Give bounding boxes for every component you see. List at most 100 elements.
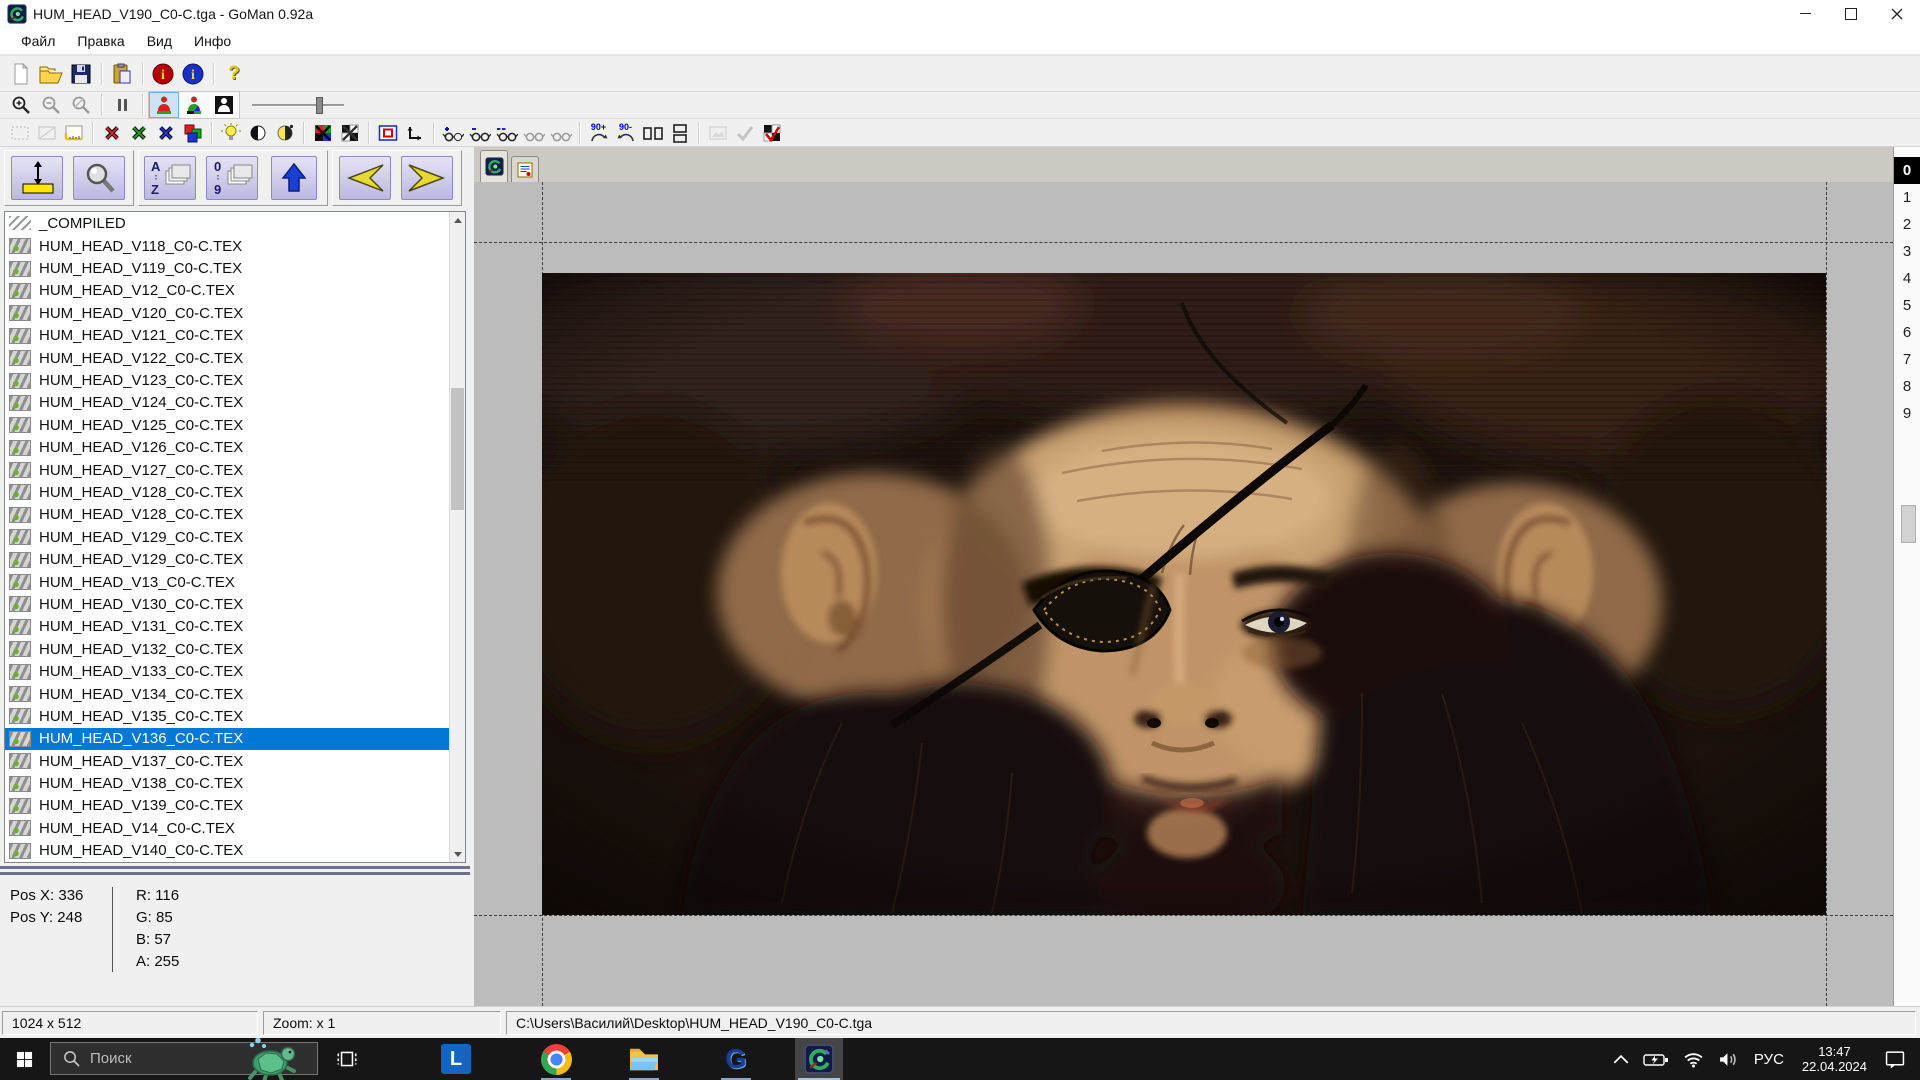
- mip-level-5[interactable]: 5: [1894, 292, 1920, 319]
- view-rgb-button[interactable]: [149, 92, 179, 118]
- action-center-icon[interactable]: [1884, 1050, 1906, 1069]
- texture-image[interactable]: [542, 273, 1826, 915]
- help-button[interactable]: ?: [219, 61, 249, 87]
- scroll-down-arrow[interactable]: [450, 846, 465, 862]
- mip-scroll-thumb[interactable]: [1901, 505, 1916, 543]
- list-item[interactable]: HUM_HEAD_V137_C0-C.TEX: [5, 750, 449, 772]
- zoom-off-button[interactable]: [66, 92, 96, 118]
- battery-icon[interactable]: [1643, 1052, 1669, 1067]
- explorer-button[interactable]: [620, 1038, 668, 1080]
- list-item[interactable]: HUM_HEAD_V131_C0-C.TEX: [5, 616, 449, 638]
- rotate-cw-button[interactable]: 90+: [585, 121, 612, 145]
- mip-level-0[interactable]: 0: [1894, 157, 1920, 184]
- open-file-button[interactable]: [36, 61, 66, 87]
- list-item[interactable]: HUM_HEAD_V138_C0-C.TEX: [5, 772, 449, 794]
- save-file-button[interactable]: [66, 61, 96, 87]
- mip-view2-button[interactable]: [547, 121, 574, 145]
- list-item[interactable]: HUM_HEAD_V135_C0-C.TEX: [5, 705, 449, 727]
- maximize-button[interactable]: [1828, 0, 1874, 27]
- tab-texture[interactable]: [480, 150, 508, 182]
- pause-button[interactable]: [107, 92, 137, 118]
- next-texture-button[interactable]: [401, 156, 453, 200]
- prev-texture-button[interactable]: [339, 156, 391, 200]
- scroll-up-arrow[interactable]: [450, 212, 465, 228]
- paste-button[interactable]: [107, 61, 137, 87]
- alpha-bw-checker-button[interactable]: [336, 121, 363, 145]
- list-item[interactable]: HUM_HEAD_V121_C0-C.TEX: [5, 325, 449, 347]
- task-view-button[interactable]: [330, 1044, 364, 1074]
- brightness-button[interactable]: [217, 121, 244, 145]
- canvas[interactable]: [474, 182, 1893, 1006]
- turtle-icon[interactable]: [238, 1036, 300, 1080]
- list-item[interactable]: HUM_HEAD_V125_C0-C.TEX: [5, 414, 449, 436]
- menu-view[interactable]: Вид: [136, 27, 183, 54]
- select-marquee-button[interactable]: [6, 121, 33, 145]
- list-item[interactable]: HUM_HEAD_V118_C0-C.TEX: [5, 235, 449, 257]
- list-item[interactable]: HUM_HEAD_V128_C0-C.TEX: [5, 481, 449, 503]
- mip-level-8[interactable]: 8: [1894, 373, 1920, 400]
- list-item[interactable]: HUM_HEAD_V127_C0-C.TEX: [5, 459, 449, 481]
- axes-button[interactable]: [401, 121, 428, 145]
- zoom-out-button[interactable]: [36, 92, 66, 118]
- list-item[interactable]: HUM_HEAD_V123_C0-C.TEX: [5, 369, 449, 391]
- mip-level-9[interactable]: 9: [1894, 400, 1920, 427]
- language-indicator[interactable]: РУС: [1754, 1051, 1784, 1068]
- mip-view-button[interactable]: [520, 121, 547, 145]
- tray-chevron-icon[interactable]: [1613, 1055, 1629, 1064]
- apply-button[interactable]: [731, 121, 758, 145]
- close-button[interactable]: [1874, 0, 1920, 27]
- volume-icon[interactable]: [1718, 1051, 1739, 1068]
- contrast-button[interactable]: [244, 121, 271, 145]
- channel-green-button[interactable]: [125, 121, 152, 145]
- goman-taskbar-button[interactable]: [795, 1038, 843, 1080]
- list-item[interactable]: HUM_HEAD_V120_C0-C.TEX: [5, 302, 449, 324]
- view-alpha-button[interactable]: [179, 92, 209, 118]
- mip-level-2[interactable]: 2: [1894, 211, 1920, 238]
- resize-tool-button[interactable]: [11, 156, 63, 200]
- mip-level-3[interactable]: 3: [1894, 238, 1920, 265]
- mip-level-4[interactable]: 4: [1894, 265, 1920, 292]
- list-item[interactable]: HUM_HEAD_V12_C0-C.TEX: [5, 280, 449, 302]
- crop-diagonal-button[interactable]: [33, 121, 60, 145]
- alpha-slider[interactable]: [250, 95, 346, 115]
- mip-level-7[interactable]: 7: [1894, 346, 1920, 373]
- preview-zoom-button[interactable]: [73, 156, 125, 200]
- channel-red-button[interactable]: [98, 121, 125, 145]
- clock[interactable]: 13:47 22.04.2024: [1802, 1044, 1867, 1074]
- list-item[interactable]: HUM_HEAD_V14_C0-C.TEX: [5, 817, 449, 839]
- flip-vertical-button[interactable]: [666, 121, 693, 145]
- list-item[interactable]: HUM_HEAD_V128_C0-C.TEX: [5, 504, 449, 526]
- wifi-icon[interactable]: [1683, 1051, 1704, 1068]
- mip-level-6[interactable]: 6: [1894, 319, 1920, 346]
- border-box-button[interactable]: [374, 121, 401, 145]
- list-item[interactable]: HUM_HEAD_V129_C0-C.TEX: [5, 526, 449, 548]
- scroll-thumb[interactable]: [451, 388, 464, 510]
- l-app-button[interactable]: L: [432, 1038, 480, 1080]
- list-item[interactable]: HUM_HEAD_V13_C0-C.TEX: [5, 571, 449, 593]
- chrome-button[interactable]: [532, 1038, 580, 1080]
- mip-remove-all-button[interactable]: [493, 121, 520, 145]
- info-blue-button[interactable]: i: [178, 61, 208, 87]
- list-item[interactable]: HUM_HEAD_V134_C0-C.TEX: [5, 683, 449, 705]
- minimize-button[interactable]: [1782, 0, 1828, 27]
- alpha-check-button[interactable]: [758, 121, 785, 145]
- alpha-color-checker-button[interactable]: [309, 121, 336, 145]
- flip-horizontal-button[interactable]: [639, 121, 666, 145]
- menu-edit[interactable]: Правка: [66, 27, 135, 54]
- menu-info[interactable]: Инфо: [183, 27, 242, 54]
- gamma-button[interactable]: [271, 121, 298, 145]
- channels-rgb-button[interactable]: [179, 121, 206, 145]
- list-item[interactable]: HUM_HEAD_V139_C0-C.TEX: [5, 795, 449, 817]
- zoom-in-button[interactable]: [6, 92, 36, 118]
- info-red-button[interactable]: i: [148, 61, 178, 87]
- convert-button[interactable]: [704, 121, 731, 145]
- g-app-button[interactable]: G: [712, 1038, 760, 1080]
- panel-splitter[interactable]: [0, 863, 470, 881]
- list-item[interactable]: HUM_HEAD_V122_C0-C.TEX: [5, 347, 449, 369]
- tab-info[interactable]: [511, 156, 539, 182]
- menu-file[interactable]: Файл: [10, 27, 66, 54]
- new-file-button[interactable]: [6, 61, 36, 87]
- list-item[interactable]: HUM_HEAD_V126_C0-C.TEX: [5, 437, 449, 459]
- rotate-ccw-button[interactable]: 90-: [612, 121, 639, 145]
- list-item[interactable]: HUM_HEAD_V129_C0-C.TEX: [5, 548, 449, 570]
